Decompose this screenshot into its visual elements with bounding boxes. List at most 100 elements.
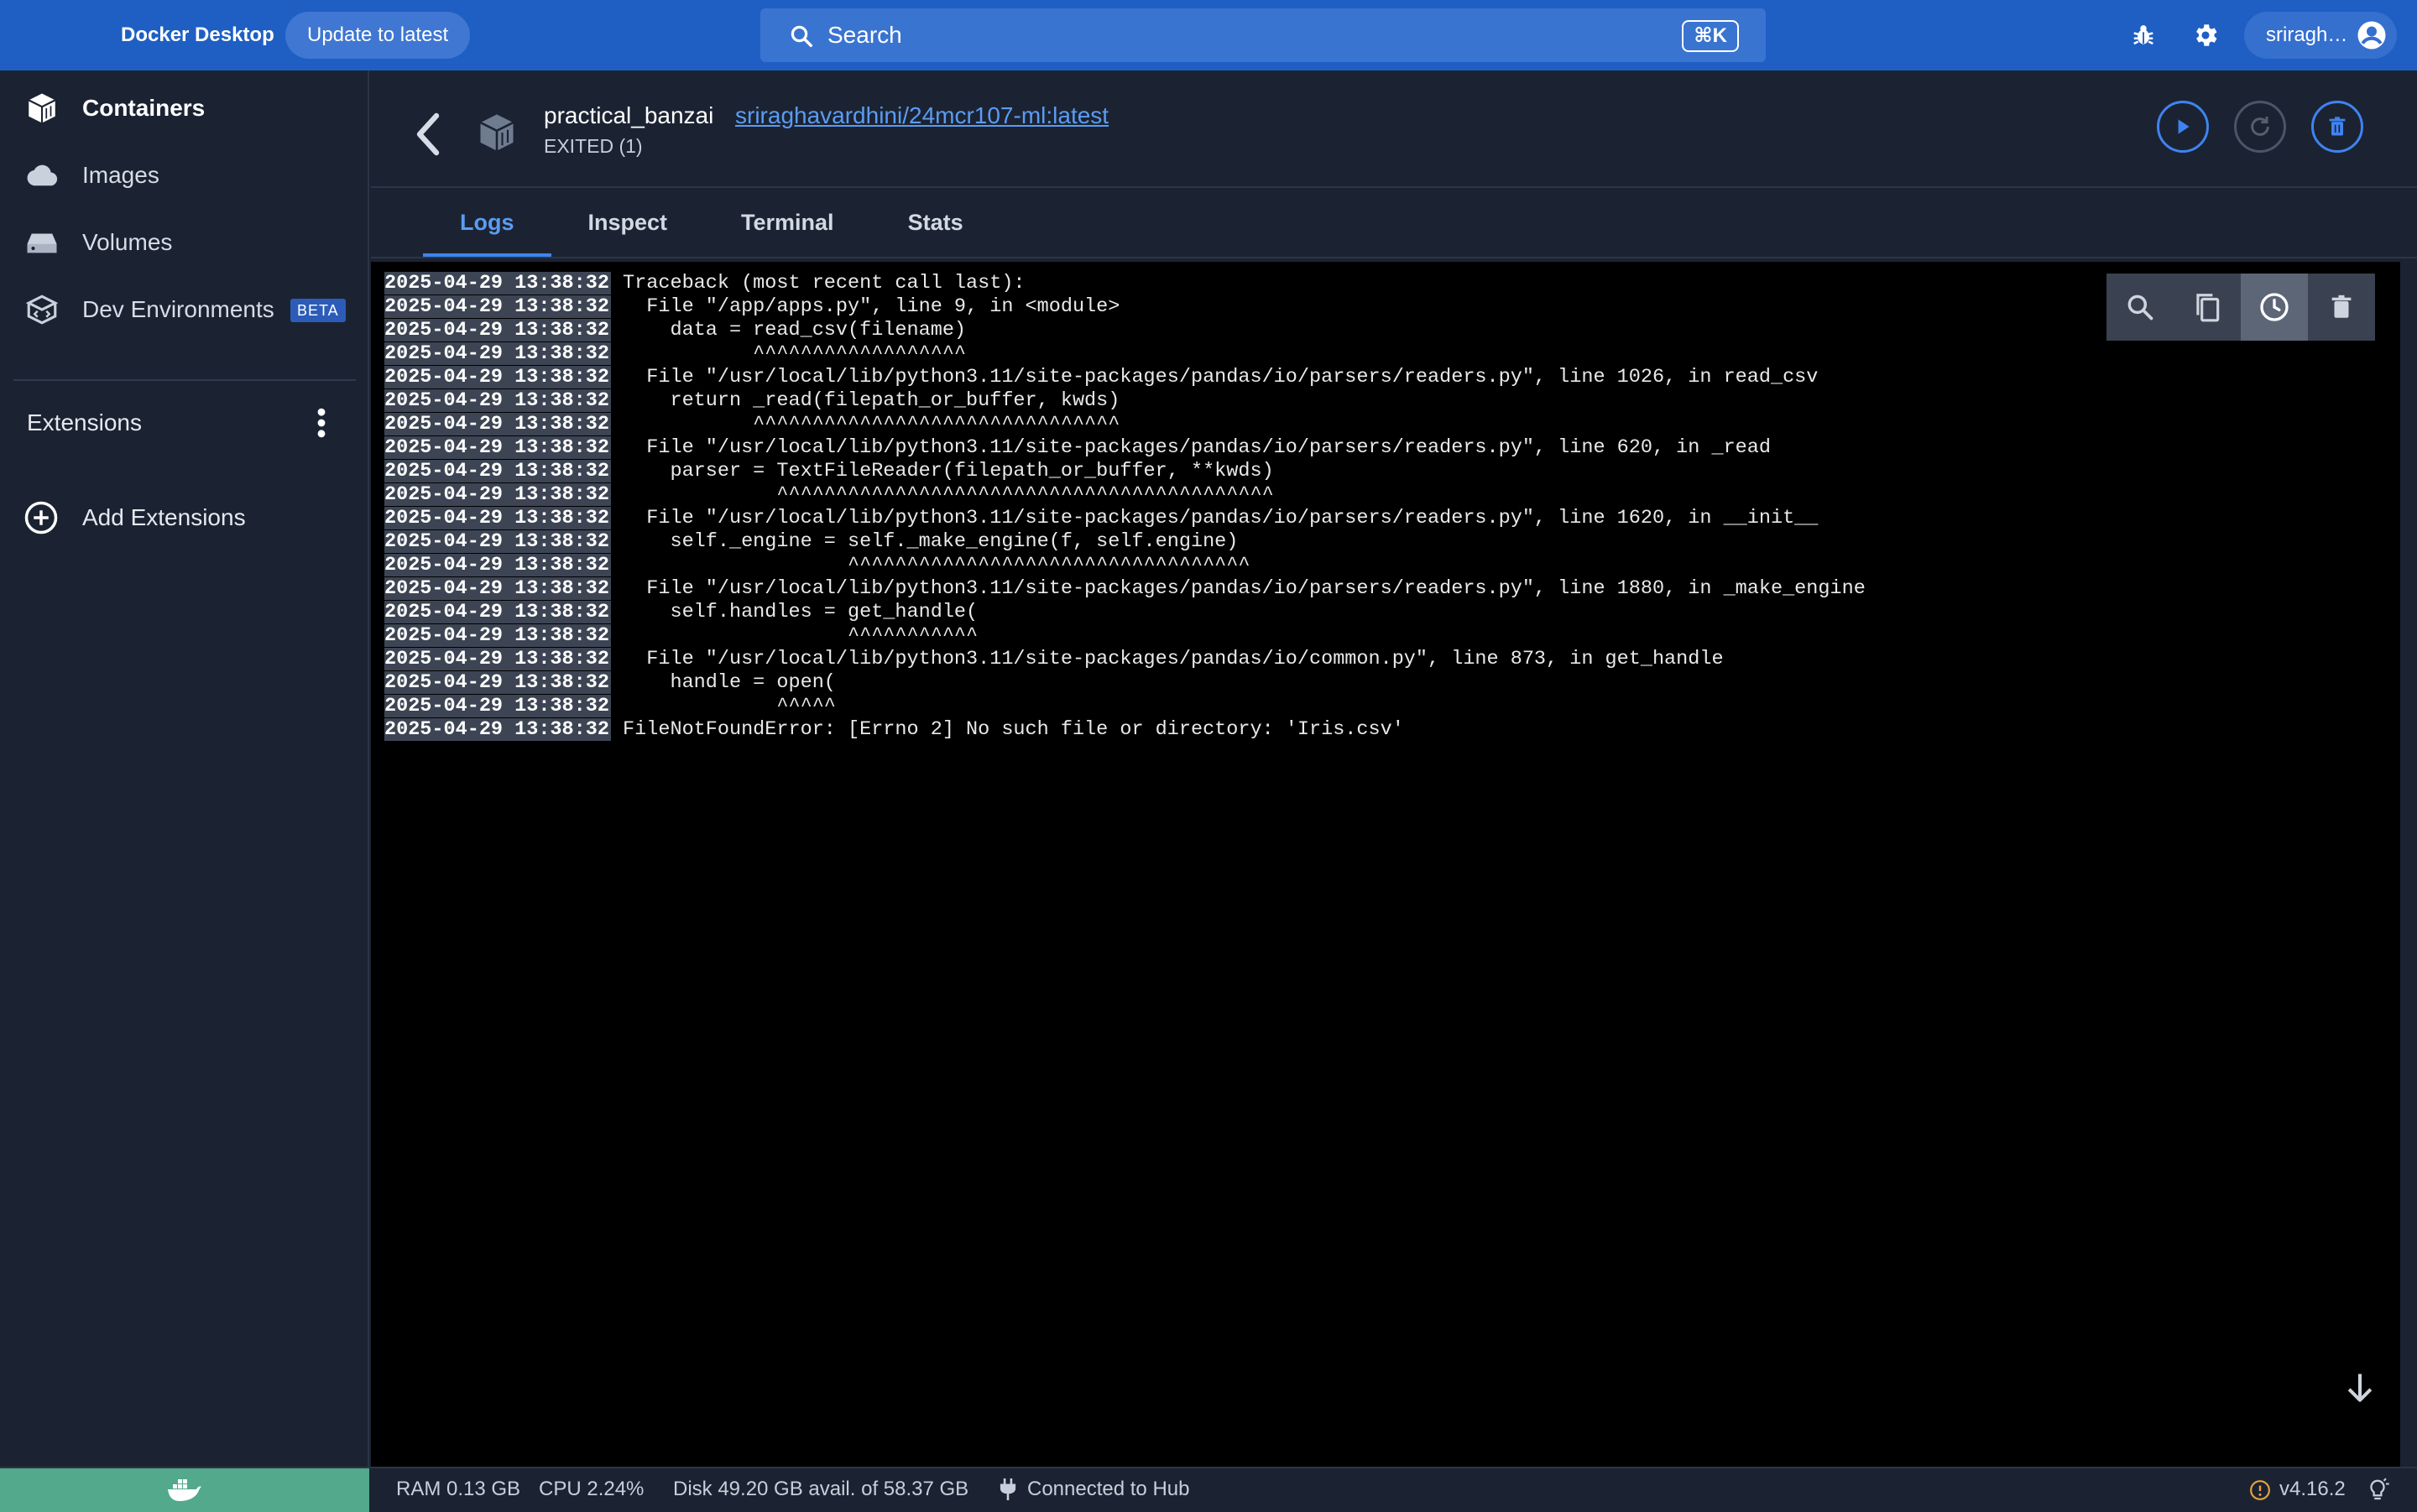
settings-gear-icon[interactable]: [2189, 18, 2222, 52]
log-line: 2025-04-29 13:38:32 FileNotFoundError: […: [384, 718, 1866, 742]
tab-stats[interactable]: Stats: [871, 188, 1000, 257]
docker-whale-icon: [168, 1479, 201, 1501]
log-timestamp: 2025-04-29 13:38:32: [384, 272, 611, 295]
log-timestamp: 2025-04-29 13:38:32: [384, 366, 611, 388]
search-input[interactable]: [827, 18, 1583, 52]
log-message: ^^^^^^^^^^^^^^^^^^^^^^^^^^^^^^^: [610, 413, 1120, 435]
toggle-timestamps-button[interactable]: [2241, 274, 2308, 341]
delete-button[interactable]: [2311, 101, 2363, 153]
log-line: 2025-04-29 13:38:32 File "/usr/local/lib…: [384, 366, 1866, 389]
log-line: 2025-04-29 13:38:32 Traceback (most rece…: [384, 272, 1866, 295]
log-viewer[interactable]: 2025-04-29 13:38:32 Traceback (most rece…: [371, 262, 2400, 1467]
log-message: self._engine = self._make_engine(f, self…: [610, 530, 1239, 553]
app-version[interactable]: v4.16.2: [2279, 1468, 2346, 1510]
search-icon: [791, 25, 812, 47]
clock-icon: [2260, 293, 2289, 321]
log-timestamp: 2025-04-29 13:38:32: [384, 507, 611, 529]
log-timestamp: 2025-04-29 13:38:32: [384, 295, 611, 318]
add-extensions-button[interactable]: Add Extensions: [0, 487, 369, 549]
container-icon: [28, 93, 56, 123]
status-bar: RAM 0.13 GB CPU 2.24% Disk 49.20 GB avai…: [0, 1467, 2417, 1512]
image-link[interactable]: sriraghavardhini/24mcr107-ml:latest: [735, 99, 1109, 133]
beta-badge: BETA: [290, 299, 346, 322]
log-timestamp: 2025-04-29 13:38:32: [384, 389, 611, 412]
log-line: 2025-04-29 13:38:32 ^^^^^^^^^^^^^^^^^^: [384, 342, 1866, 366]
main-panel: practical_banzai sriraghavardhini/24mcr1…: [371, 70, 2417, 1467]
cloud-icon: [27, 164, 58, 186]
log-timestamp: 2025-04-29 13:38:32: [384, 483, 611, 506]
log-timestamp: 2025-04-29 13:38:32: [384, 554, 611, 576]
top-bar: Docker Desktop Update to latest ⌘K srira…: [0, 0, 2417, 70]
log-message: ^^^^^^^^^^^: [610, 624, 979, 647]
log-line: 2025-04-29 13:38:32 data = read_csv(file…: [384, 319, 1866, 342]
log-lines: 2025-04-29 13:38:32 Traceback (most rece…: [384, 272, 1866, 742]
scroll-to-bottom-arrow-icon[interactable]: [2341, 1368, 2378, 1408]
volume-icon: [27, 233, 57, 253]
log-line: 2025-04-29 13:38:32 self._engine = self.…: [384, 530, 1866, 554]
start-button[interactable]: [2157, 101, 2209, 153]
tab-inspect[interactable]: Inspect: [551, 188, 705, 257]
log-line: 2025-04-29 13:38:32 ^^^^^^^^^^^^^^^^^^^^…: [384, 413, 1866, 436]
cpu-usage: CPU 2.24%: [539, 1478, 645, 1500]
log-line: 2025-04-29 13:38:32 ^^^^^^^^^^^^^^^^^^^^…: [384, 554, 1866, 577]
log-line: 2025-04-29 13:38:32 File "/app/apps.py",…: [384, 295, 1866, 319]
sidebar: Containers Images Volumes Dev Environmen…: [0, 70, 369, 1467]
log-line: 2025-04-29 13:38:32 File "/usr/local/lib…: [384, 436, 1866, 460]
log-line: 2025-04-29 13:38:32 File "/usr/local/lib…: [384, 648, 1866, 671]
log-message: return _read(filepath_or_buffer, kwds): [610, 389, 1120, 412]
log-message: File "/app/apps.py", line 9, in <module>: [610, 295, 1120, 318]
add-extensions-label: Add Extensions: [82, 504, 246, 530]
back-chevron-icon[interactable]: [411, 109, 445, 159]
log-line: 2025-04-29 13:38:32 handle = open(: [384, 671, 1866, 695]
search-bar[interactable]: ⌘K: [760, 8, 1766, 62]
sidebar-item-label: Dev Environments: [82, 296, 274, 322]
restart-button[interactable]: [2234, 101, 2286, 153]
user-account-button[interactable]: sriragh…: [2244, 12, 2397, 59]
container-status: EXITED (1): [544, 135, 643, 157]
log-timestamp: 2025-04-29 13:38:32: [384, 695, 611, 717]
tabs-divider: [371, 257, 2417, 258]
log-line: 2025-04-29 13:38:32 File "/usr/local/lib…: [384, 577, 1866, 601]
sidebar-item-images[interactable]: Images: [0, 144, 369, 206]
avatar-icon: [2357, 21, 2386, 50]
log-message: ^^^^^^^^^^^^^^^^^^^^^^^^^^^^^^^^^^: [610, 554, 1250, 576]
log-timestamp: 2025-04-29 13:38:32: [384, 648, 611, 670]
log-line: 2025-04-29 13:38:32 ^^^^^: [384, 695, 1866, 718]
lightbulb-feedback-icon[interactable]: [2365, 1477, 2390, 1504]
update-button[interactable]: Update to latest: [285, 12, 471, 59]
clear-logs-button[interactable]: [2308, 274, 2375, 341]
plug-icon: [1000, 1478, 1016, 1500]
warning-info-icon[interactable]: [2249, 1479, 2271, 1501]
sidebar-item-volumes[interactable]: Volumes: [0, 211, 369, 274]
restart-icon: [2251, 117, 2269, 136]
log-search-button[interactable]: [2106, 274, 2174, 341]
log-timestamp: 2025-04-29 13:38:32: [384, 530, 611, 553]
log-timestamp: 2025-04-29 13:38:32: [384, 624, 611, 647]
search-shortcut-hint: ⌘K: [1682, 20, 1739, 52]
log-timestamp: 2025-04-29 13:38:32: [384, 319, 611, 342]
tab-logs[interactable]: Logs: [423, 188, 551, 257]
troubleshoot-bug-icon[interactable]: [2127, 18, 2160, 52]
log-message: File "/usr/local/lib/python3.11/site-pac…: [610, 577, 1866, 600]
user-name: sriragh…: [2266, 23, 2348, 46]
log-timestamp: 2025-04-29 13:38:32: [384, 460, 611, 482]
play-icon: [2178, 119, 2190, 134]
sidebar-item-containers[interactable]: Containers: [0, 77, 369, 139]
copy-logs-button[interactable]: [2174, 274, 2241, 341]
log-message: File "/usr/local/lib/python3.11/site-pac…: [610, 507, 1819, 529]
log-message: ^^^^^^^^^^^^^^^^^^^^^^^^^^^^^^^^^^^^^^^^…: [610, 483, 1274, 506]
disk-usage: Disk 49.20 GB avail. of 58.37 GB: [673, 1478, 969, 1500]
ram-usage: RAM 0.13 GB: [396, 1478, 521, 1500]
more-vertical-icon[interactable]: [309, 404, 334, 441]
log-line: 2025-04-29 13:38:32 return _read(filepat…: [384, 389, 1866, 413]
engine-status-indicator[interactable]: [0, 1468, 369, 1512]
sidebar-item-dev-environments[interactable]: Dev Environments BETA: [0, 279, 369, 341]
tab-terminal[interactable]: Terminal: [704, 188, 871, 257]
log-message: File "/usr/local/lib/python3.11/site-pac…: [610, 648, 1724, 670]
log-message: data = read_csv(filename): [610, 319, 967, 342]
sidebar-item-label: Containers: [82, 95, 206, 121]
container-icon: [479, 114, 514, 151]
container-name: practical_banzai: [544, 102, 714, 128]
sidebar-divider: [13, 379, 356, 381]
log-message: handle = open(: [610, 671, 836, 694]
